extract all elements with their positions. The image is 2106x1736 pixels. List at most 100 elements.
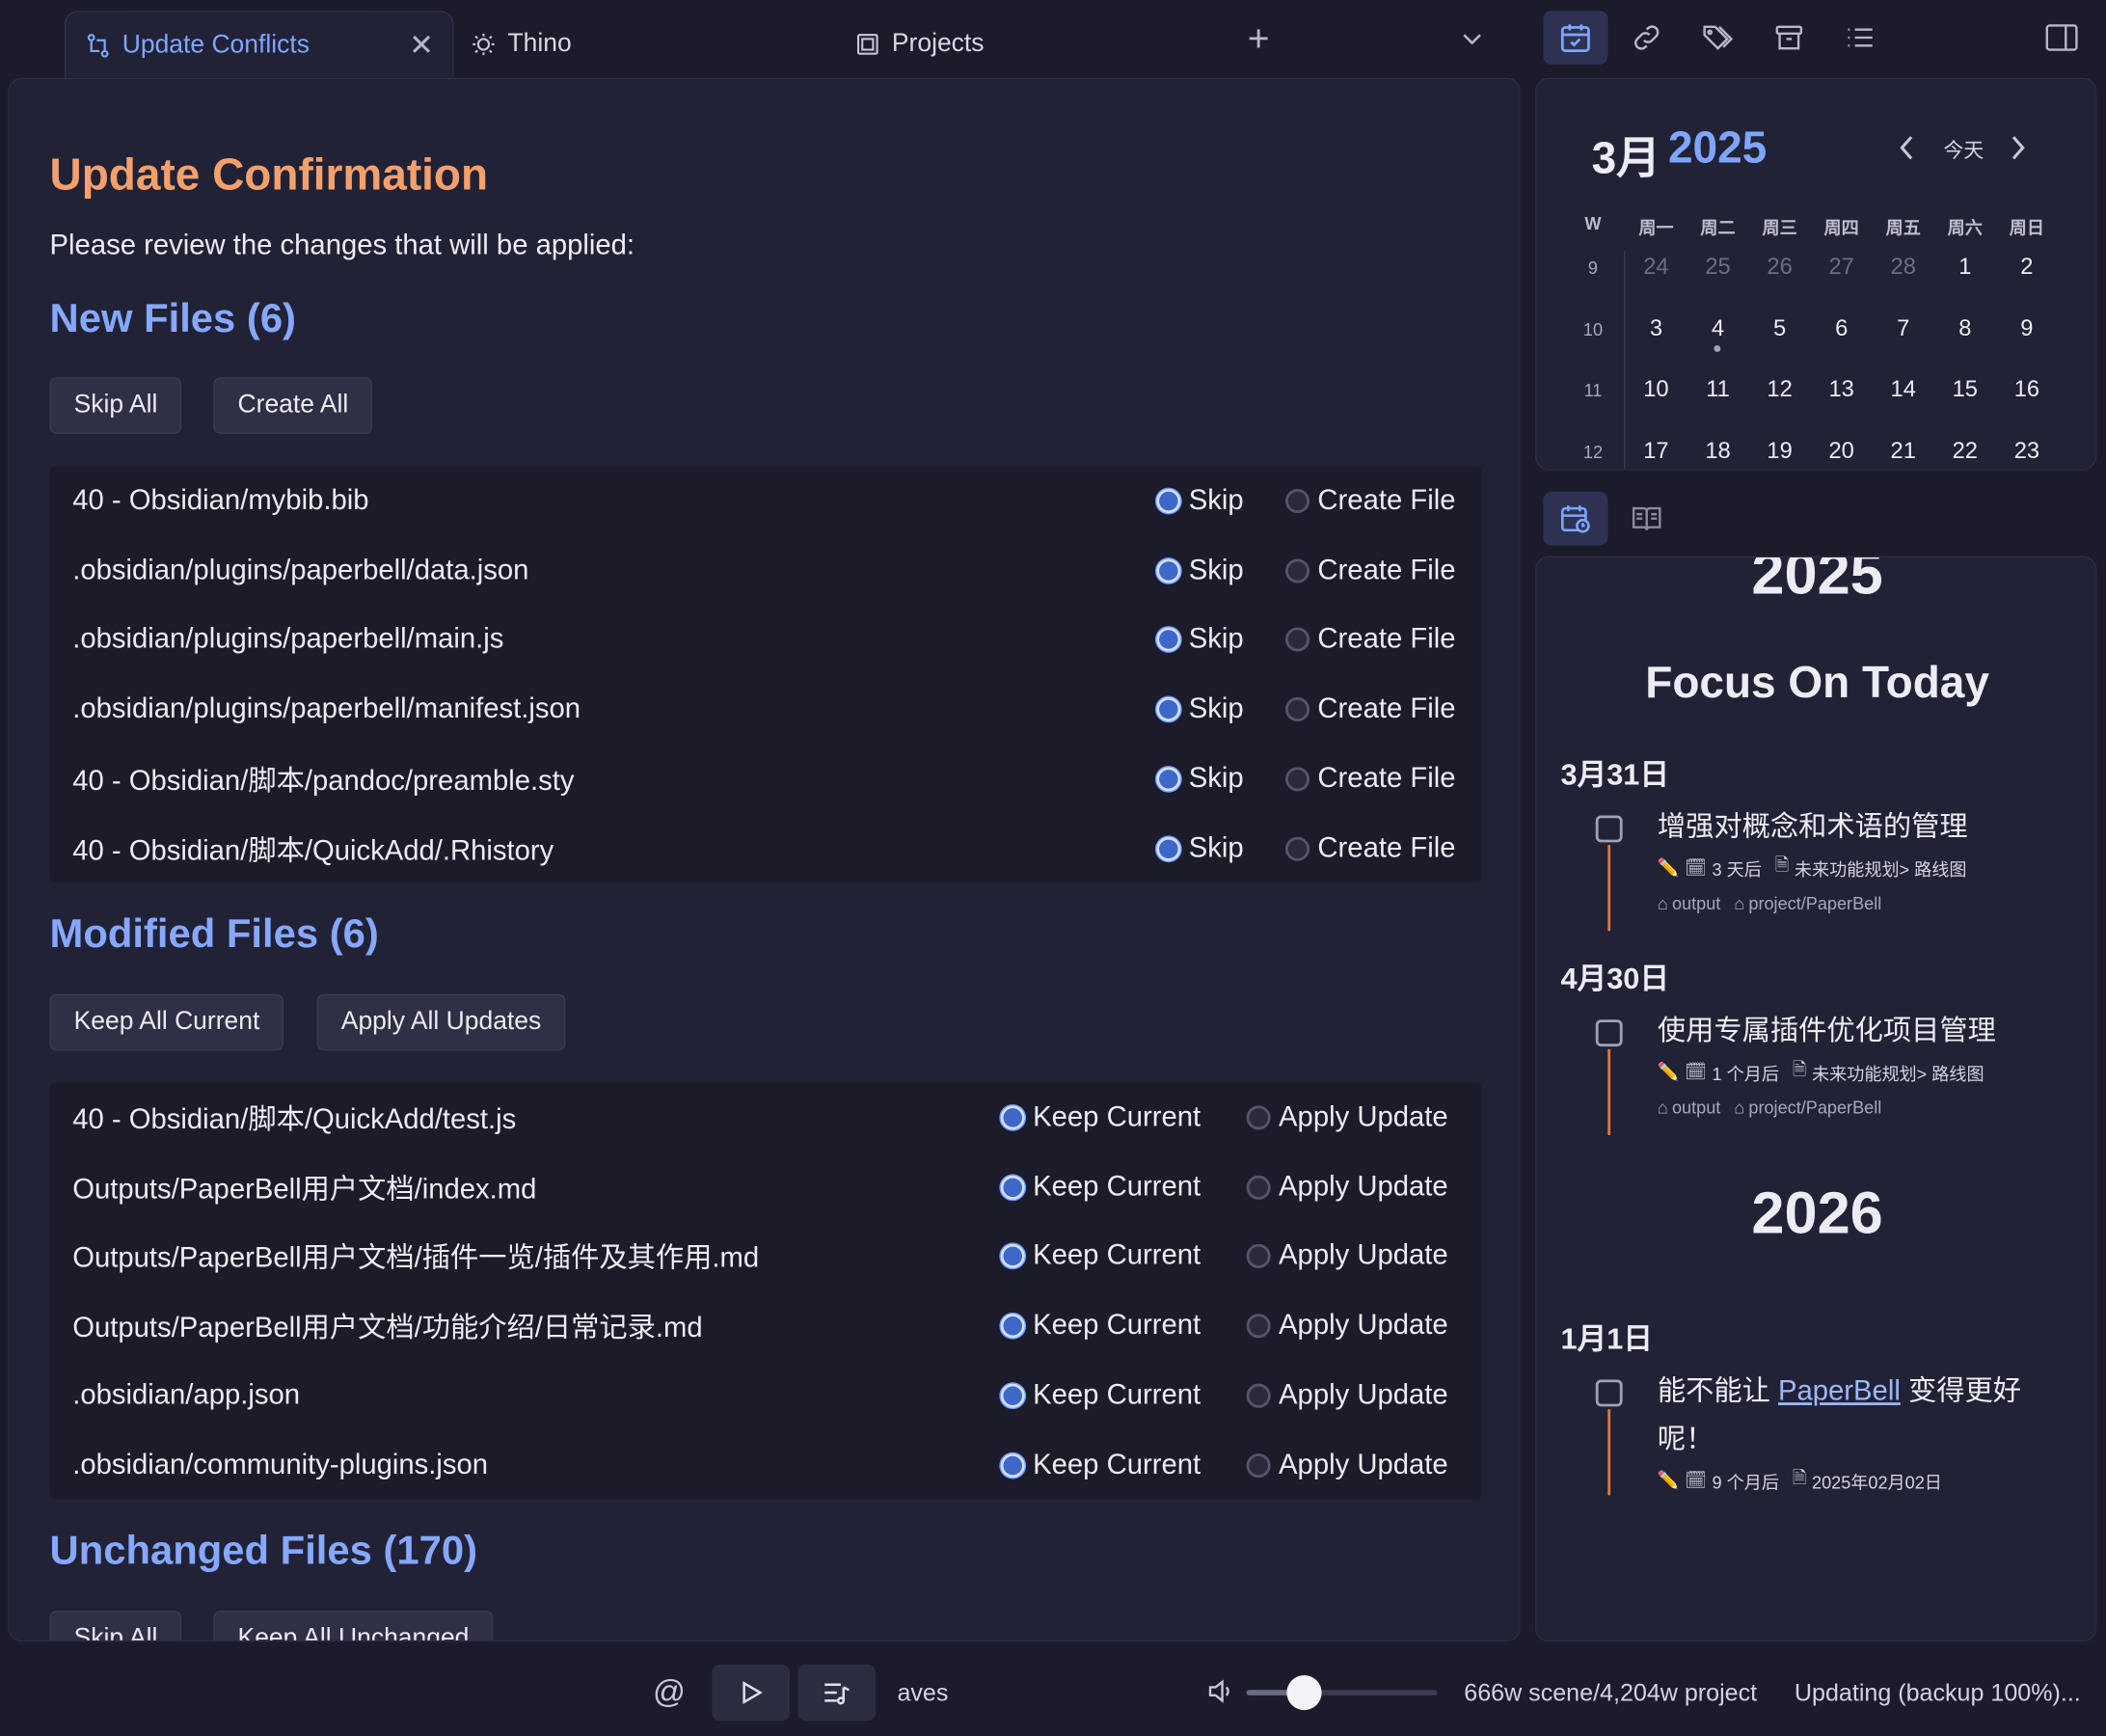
volume-icon[interactable] [1206, 1676, 1236, 1713]
play-button[interactable] [712, 1664, 791, 1722]
chevron-left-icon[interactable] [1894, 133, 1921, 170]
outline-button[interactable] [1828, 11, 1893, 65]
keep-current-radio[interactable]: Keep Current [1000, 1101, 1201, 1133]
calendar-day[interactable]: 18 [1691, 437, 1745, 464]
apply-update-radio[interactable]: Apply Update [1246, 1171, 1448, 1203]
keep-current-radio[interactable]: Keep Current [1000, 1310, 1201, 1342]
skip-radio[interactable]: Skip [1156, 555, 1244, 586]
week-number[interactable]: 12 [1566, 442, 1620, 462]
calendar-day[interactable]: 25 [1691, 254, 1745, 281]
create-file-radio[interactable]: Create File [1285, 555, 1455, 586]
calendar-day[interactable]: 20 [1815, 437, 1869, 464]
calendar-day[interactable]: 8 [1938, 315, 1992, 342]
calendar-day[interactable]: 16 [2000, 376, 2054, 403]
today-button[interactable]: 今天 [1944, 136, 1984, 164]
create-file-radio[interactable]: Create File [1285, 763, 1455, 795]
calendar-day[interactable]: 7 [1876, 315, 1930, 342]
archive-button[interactable] [1757, 11, 1822, 65]
apply-update-radio[interactable]: Apply Update [1246, 1379, 1448, 1411]
calendar-day[interactable]: 4 [1691, 315, 1745, 342]
calendar-day[interactable]: 27 [1815, 254, 1869, 281]
skip-radio[interactable]: Skip [1156, 693, 1244, 725]
tab-projects[interactable]: Projects [851, 11, 984, 78]
weekday-header: 周四 [1823, 217, 1859, 238]
chevron-right-icon[interactable] [2004, 133, 2031, 170]
calendar-day[interactable]: 24 [1630, 254, 1684, 281]
skip-radio[interactable]: Skip [1156, 763, 1244, 795]
week-number[interactable]: 9 [1566, 258, 1620, 278]
calendar-day[interactable]: 3 [1630, 315, 1684, 342]
apply-update-radio[interactable]: Apply Update [1246, 1240, 1448, 1272]
calendar-day[interactable]: 12 [1753, 376, 1807, 403]
calendar-day[interactable]: 1 [1938, 254, 1992, 281]
file-link[interactable]: 未来功能规划> 路线图 [1812, 1059, 1984, 1084]
keep-current-radio[interactable]: Keep Current [1000, 1171, 1201, 1203]
task-checkbox[interactable] [1595, 1019, 1623, 1047]
keep-all-current-button[interactable]: Keep All Current [49, 993, 284, 1051]
week-number[interactable]: 11 [1566, 380, 1620, 400]
create-file-radio[interactable]: Create File [1285, 832, 1455, 864]
reading-view-button[interactable] [1614, 492, 1679, 546]
playlist-button[interactable] [797, 1664, 877, 1722]
toggle-sidebar-button[interactable] [2030, 11, 2094, 65]
tag[interactable]: ⌂ project/PaperBell [1734, 1098, 1881, 1118]
calendar-clock-button[interactable] [1543, 491, 1608, 546]
calendar-day[interactable]: 11 [1691, 376, 1745, 403]
tag[interactable]: ⌂ output [1658, 1098, 1720, 1118]
calendar-day[interactable]: 14 [1876, 376, 1930, 403]
keep-current-radio[interactable]: Keep Current [1000, 1449, 1201, 1480]
skip-radio[interactable]: Skip [1156, 624, 1244, 656]
task-checkbox[interactable] [1595, 815, 1623, 843]
calendar-day[interactable]: 23 [2000, 437, 2054, 464]
new-tab-button[interactable]: + [1238, 17, 1279, 59]
skip-all-unchanged-button[interactable]: Skip All [49, 1611, 182, 1641]
calendar-day[interactable]: 17 [1630, 437, 1684, 464]
apply-all-updates-button[interactable]: Apply All Updates [316, 993, 566, 1051]
calendar-day[interactable]: 2 [2000, 254, 2054, 281]
keep-current-radio[interactable]: Keep Current [1000, 1379, 1201, 1411]
create-file-radio[interactable]: Create File [1285, 485, 1455, 517]
volume-slider[interactable] [1246, 1674, 1438, 1711]
volume-knob[interactable] [1285, 1674, 1322, 1711]
chevron-down-icon[interactable] [1453, 19, 1491, 60]
skip-radio[interactable]: Skip [1156, 485, 1244, 517]
tab-update-conflicts[interactable]: Update Conflicts ✕ [64, 11, 454, 78]
keep-current-radio[interactable]: Keep Current [1000, 1240, 1201, 1272]
calendar-day[interactable]: 9 [2000, 315, 2054, 342]
calendar-day[interactable]: 10 [1630, 376, 1684, 403]
tag[interactable]: ⌂ project/PaperBell [1734, 893, 1881, 913]
backlinks-button[interactable] [1614, 11, 1679, 65]
calendar-day[interactable]: 28 [1876, 254, 1930, 281]
apply-update-radio[interactable]: Apply Update [1246, 1101, 1448, 1133]
file-link[interactable]: 未来功能规划> 路线图 [1795, 855, 1967, 881]
tags-button[interactable] [1686, 11, 1750, 65]
calendar-day[interactable]: 21 [1876, 437, 1930, 464]
apply-update-radio[interactable]: Apply Update [1246, 1449, 1448, 1480]
sync-status: Updating (backup 100%)... [1794, 1679, 2081, 1706]
calendar-day[interactable]: 13 [1815, 376, 1869, 403]
calendar-day[interactable]: 22 [1938, 437, 1992, 464]
apply-update-radio[interactable]: Apply Update [1246, 1310, 1448, 1342]
paperbell-link[interactable]: PaperBell [1778, 1375, 1901, 1406]
create-file-radio[interactable]: Create File [1285, 624, 1455, 656]
tab-thino[interactable]: Thino [468, 11, 572, 78]
calendar-day[interactable]: 15 [1938, 376, 1992, 403]
file-link[interactable]: 2025年02月02日 [1812, 1468, 1942, 1493]
calendar-day[interactable]: 26 [1753, 254, 1807, 281]
task-checkbox[interactable] [1595, 1379, 1623, 1407]
skip-radio[interactable]: Skip [1156, 832, 1244, 864]
at-icon[interactable]: @ [653, 1674, 686, 1712]
calendar-day[interactable]: 5 [1753, 315, 1807, 342]
calendar-day[interactable]: 19 [1753, 437, 1807, 464]
calendar-view-button[interactable] [1543, 11, 1608, 65]
keep-all-unchanged-button[interactable]: Keep All Unchanged [213, 1611, 494, 1641]
create-all-button[interactable]: Create All [213, 377, 373, 434]
create-file-radio[interactable]: Create File [1285, 693, 1455, 725]
skip-all-button[interactable]: Skip All [49, 377, 182, 434]
radio-unselected-icon [1246, 1105, 1271, 1130]
tag[interactable]: ⌂ output [1658, 893, 1720, 913]
close-icon[interactable]: ✕ [409, 28, 434, 63]
calendar-day[interactable]: 6 [1815, 315, 1869, 342]
task-tags: ⌂ output ⌂ project/PaperBell [1658, 1098, 2074, 1118]
week-number[interactable]: 10 [1566, 319, 1620, 339]
